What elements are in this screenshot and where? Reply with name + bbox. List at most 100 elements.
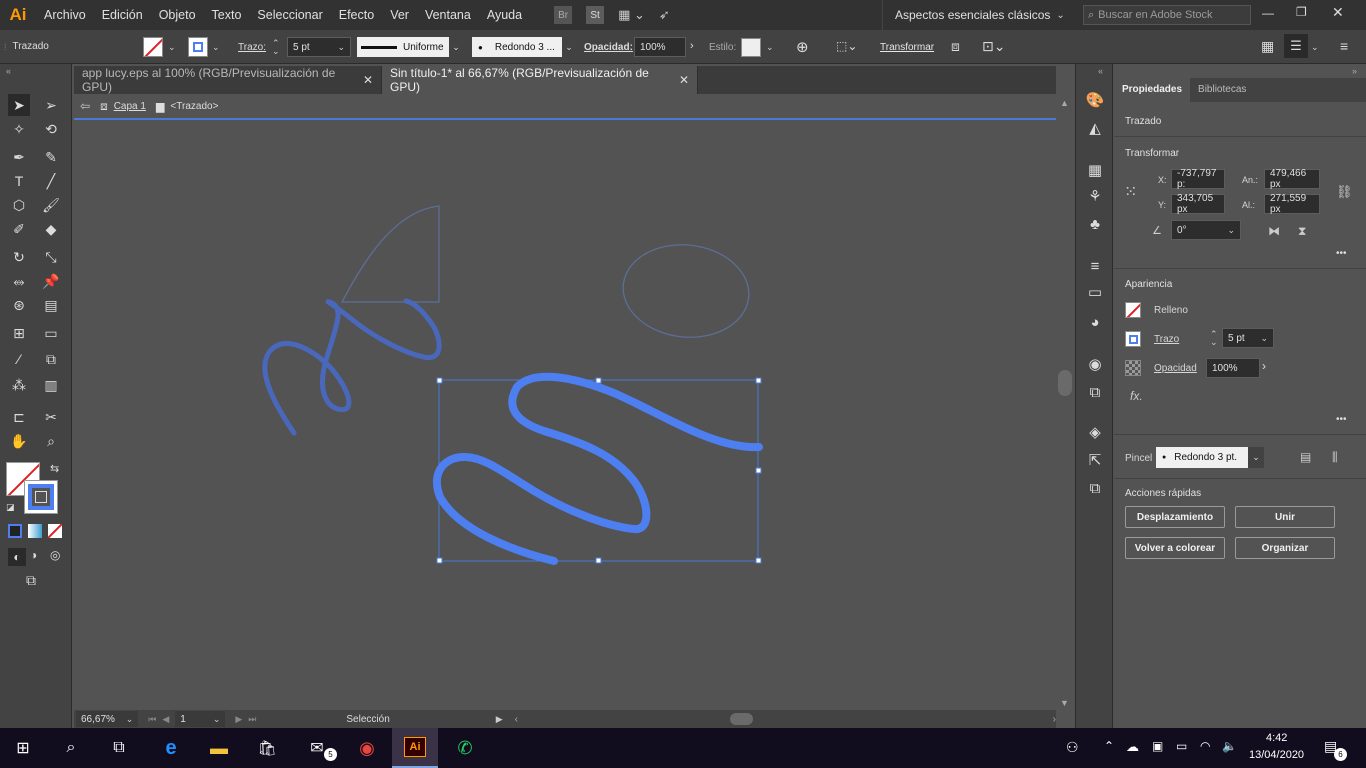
- pen-tool-icon[interactable]: ✒: [8, 146, 30, 168]
- scroll-up-icon[interactable]: ▲: [1060, 98, 1069, 108]
- brushes-icon[interactable]: ⚘: [1085, 186, 1105, 206]
- resize-handle-ne[interactable]: [755, 377, 762, 384]
- align-icon[interactable]: ⬚⌄: [836, 39, 857, 53]
- panel-chevron-icon[interactable]: ⌄: [1311, 42, 1319, 53]
- resize-handle-nw[interactable]: [436, 377, 443, 384]
- restore-button[interactable]: ❐: [1296, 5, 1307, 19]
- battery-icon[interactable]: ▭: [1176, 739, 1187, 753]
- export-icon[interactable]: ⇱: [1085, 450, 1105, 470]
- swatches-icon[interactable]: ▦: [1085, 160, 1105, 180]
- paintbrush-tool-icon[interactable]: 🖌: [40, 194, 62, 216]
- brush-select[interactable]: ● Redondo 3 ... ⌄: [472, 37, 576, 57]
- warp-icon[interactable]: ⊡⌄: [982, 38, 1005, 55]
- close-window-button[interactable]: ✕: [1332, 4, 1344, 21]
- stroke-weight-field[interactable]: 5 pt ⌄: [1222, 328, 1274, 348]
- stroke-label[interactable]: Trazo: [1154, 334, 1179, 345]
- more-options-icon[interactable]: •••: [1336, 248, 1347, 259]
- x-field[interactable]: -737,797 p:: [1171, 168, 1225, 190]
- shape-builder-tool-icon[interactable]: ⊛: [8, 294, 30, 316]
- horizontal-scroll-thumb[interactable]: [730, 713, 753, 725]
- resize-handle-s[interactable]: [595, 557, 602, 564]
- tray-chevron-icon[interactable]: ⌃: [1104, 739, 1114, 753]
- style-chevron-icon[interactable]: ⌄: [766, 42, 774, 53]
- edge-icon[interactable]: e: [148, 728, 194, 768]
- draw-behind-icon[interactable]: ◑: [30, 548, 37, 562]
- color-panel-icon[interactable]: 🎨: [1085, 90, 1105, 110]
- fx-button[interactable]: fx.: [1130, 389, 1143, 403]
- selected-squiggle-path[interactable]: [432, 372, 763, 565]
- perspective-grid-tool-icon[interactable]: ▤: [40, 294, 62, 316]
- unite-button[interactable]: Unir: [1235, 506, 1335, 528]
- start-button[interactable]: ⊞: [0, 728, 46, 768]
- swap-colors-icon[interactable]: ⇆: [50, 462, 59, 475]
- curvature-tool-icon[interactable]: ✎: [40, 146, 62, 168]
- artboard-field[interactable]: 1 ⌄: [175, 711, 226, 727]
- isolate-icon[interactable]: ⧈: [951, 38, 960, 55]
- people-icon[interactable]: ⚇: [1066, 739, 1079, 756]
- puppet-warp-tool-icon[interactable]: 📌: [40, 270, 62, 292]
- store-icon[interactable]: 🛍: [244, 728, 290, 768]
- stock-search[interactable]: ⌕ Buscar en Adobe Stock: [1083, 5, 1251, 25]
- back-arrow-icon[interactable]: ⇦: [80, 99, 90, 113]
- blend-tool-icon[interactable]: ⧉: [40, 348, 62, 370]
- panel-options-icon[interactable]: ☰: [1284, 34, 1308, 58]
- last-artboard-icon[interactable]: ⏭: [248, 714, 256, 725]
- stroke-stepper[interactable]: ⌃ ⌄: [1210, 330, 1218, 347]
- menu-texto[interactable]: Texto: [204, 8, 250, 22]
- slice-tool-icon[interactable]: ✂: [40, 406, 62, 428]
- layer-link[interactable]: Capa 1: [114, 101, 146, 112]
- minimize-button[interactable]: —: [1262, 6, 1274, 20]
- task-view-icon[interactable]: ⧉: [96, 728, 142, 768]
- arrange-panels-icon[interactable]: ▦: [1261, 38, 1274, 55]
- fill-swatch[interactable]: [1125, 302, 1141, 318]
- scroll-down-icon[interactable]: ▼: [1060, 698, 1069, 708]
- gpu-performance-icon[interactable]: ➶: [659, 7, 670, 23]
- draw-normal-icon[interactable]: ◐: [8, 548, 26, 566]
- color-guide-icon[interactable]: ◭: [1085, 118, 1105, 138]
- menu-efecto[interactable]: Efecto: [331, 8, 382, 22]
- graphic-styles-icon[interactable]: ⧉: [1085, 382, 1105, 402]
- type-tool-icon[interactable]: T: [8, 170, 30, 192]
- prev-artboard-icon[interactable]: ◀: [162, 714, 169, 725]
- scroll-left-icon[interactable]: ‹: [515, 714, 518, 725]
- menu-ayuda[interactable]: Ayuda: [479, 8, 530, 22]
- volume-icon[interactable]: 🔈: [1222, 739, 1237, 753]
- resize-handle-n[interactable]: [595, 377, 602, 384]
- artboards-icon[interactable]: ⧉: [1085, 478, 1105, 498]
- zoom-field[interactable]: 66,67% ⌄: [76, 711, 139, 727]
- gradient-tool-icon[interactable]: ▭: [40, 322, 62, 344]
- transparency-icon[interactable]: ◕: [1085, 312, 1105, 332]
- constrain-proportions-icon[interactable]: ⛓: [1336, 184, 1353, 200]
- stroke-chevron-icon[interactable]: ⌄: [212, 42, 220, 53]
- close-icon[interactable]: ✕: [363, 73, 373, 87]
- illustrator-taskbar-button[interactable]: Ai: [392, 728, 438, 768]
- direct-selection-tool-icon[interactable]: ➢: [40, 94, 62, 116]
- scroll-right-icon[interactable]: ›: [1053, 714, 1056, 725]
- offset-path-button[interactable]: Desplazamiento: [1125, 506, 1225, 528]
- recolor-icon[interactable]: ⊕: [796, 38, 809, 56]
- fill-swatch[interactable]: [143, 37, 163, 57]
- opacity-field[interactable]: 100%: [1206, 358, 1260, 378]
- more-options-icon[interactable]: •••: [1336, 414, 1347, 425]
- rotate-tool-icon[interactable]: ↻: [8, 246, 30, 268]
- scale-tool-icon[interactable]: ⤡: [40, 246, 62, 268]
- menu-edicion[interactable]: Edición: [94, 8, 151, 22]
- gradient-mode-icon[interactable]: [28, 524, 42, 538]
- wifi-icon[interactable]: ◠: [1200, 739, 1210, 753]
- stroke-swatch[interactable]: [188, 37, 208, 57]
- vertical-scroll-thumb[interactable]: [1058, 370, 1072, 396]
- stock-button[interactable]: St: [586, 6, 605, 24]
- selection-tool-icon[interactable]: ➤: [8, 94, 30, 116]
- brush-panel-icon[interactable]: ▤: [1300, 450, 1311, 464]
- mesh-tool-icon[interactable]: ⊞: [8, 322, 30, 344]
- opacity-label[interactable]: Opacidad: [1154, 363, 1197, 374]
- reference-point-icon[interactable]: ⁙: [1124, 182, 1137, 202]
- none-mode-icon[interactable]: [48, 524, 62, 538]
- opacity-label[interactable]: Opacidad:: [584, 42, 633, 53]
- menu-objeto[interactable]: Objeto: [151, 8, 204, 22]
- magic-wand-tool-icon[interactable]: ✧: [8, 118, 30, 140]
- width-tool-icon[interactable]: ⥈: [8, 270, 30, 292]
- collapse-icon[interactable]: «: [1098, 66, 1103, 76]
- clock-date[interactable]: 13/04/2020: [1249, 749, 1304, 761]
- clock-time[interactable]: 4:42: [1266, 732, 1287, 744]
